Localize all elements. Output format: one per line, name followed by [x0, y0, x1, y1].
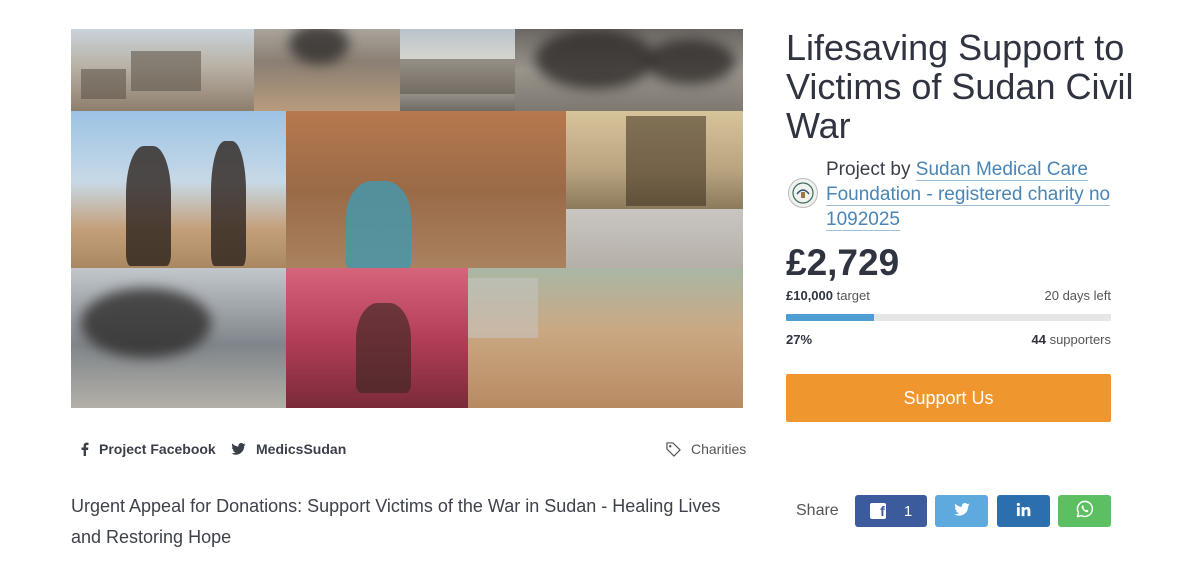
twitter-icon [953, 502, 970, 520]
collage-photo-displaced-camp [468, 268, 743, 408]
share-whatsapp-button[interactable] [1058, 495, 1111, 527]
supporters-count: 44 [1031, 332, 1046, 347]
category-link[interactable]: Charities [666, 441, 746, 457]
share-twitter-button[interactable] [935, 495, 988, 527]
collage-photo-burning-city [515, 29, 743, 111]
collage-photo-burnt-building [566, 111, 743, 209]
facebook-icon [80, 442, 89, 456]
collage-photo-people-fleeing [71, 111, 286, 268]
target-info: £10,000 target [786, 288, 870, 303]
whatsapp-icon [1076, 500, 1094, 522]
project-title: Lifesaving Support to Victims of Sudan C… [786, 27, 1134, 146]
category-label: Charities [691, 441, 747, 457]
progress-percent: 27% [786, 332, 813, 347]
organisation-logo[interactable] [788, 178, 818, 208]
progress-bar [786, 314, 1111, 321]
twitter-link[interactable]: MedicsSudan [231, 441, 346, 457]
share-label: Share [796, 502, 839, 519]
collage-photo-hospital-ward [566, 209, 743, 268]
collage-photo-street-ruins [71, 29, 254, 111]
facebook-icon: f [869, 503, 886, 519]
project-description: Urgent Appeal for Donations: Support Vic… [71, 496, 721, 547]
project-facebook-link[interactable]: Project Facebook [80, 441, 216, 457]
collage-photo-smoke-aerial [254, 29, 400, 111]
project-facebook-label: Project Facebook [99, 441, 216, 457]
amount-raised: £2,729 [786, 242, 900, 283]
collage-photo-destroyed-home [286, 111, 566, 268]
project-owner: Project by Sudan Medical Care Foundation… [826, 157, 1116, 232]
progress-bar-fill [786, 314, 874, 321]
target-amount: £10,000 [786, 288, 833, 303]
linkedin-icon [1016, 502, 1031, 521]
twitter-handle: MedicsSudan [256, 441, 347, 457]
supporters-info: 44 supporters [1031, 332, 1111, 347]
support-us-button[interactable]: Support Us [786, 374, 1111, 422]
collage-photo-smoke-skyline [71, 268, 286, 408]
collage-photo-woman-grieving [286, 268, 468, 408]
supporters-label: supporters [1049, 332, 1111, 347]
share-facebook-button[interactable]: f 1 [855, 495, 927, 527]
project-by-label: Project by [826, 159, 911, 180]
facebook-share-count: 1 [903, 502, 913, 520]
collage-photo-damaged-shops [400, 29, 515, 111]
days-left: 20 days left [1044, 288, 1112, 303]
project-image-collage [71, 29, 743, 408]
tag-icon [666, 441, 681, 457]
twitter-icon [231, 443, 246, 455]
target-label: target [836, 288, 870, 303]
share-linkedin-button[interactable] [997, 495, 1050, 527]
